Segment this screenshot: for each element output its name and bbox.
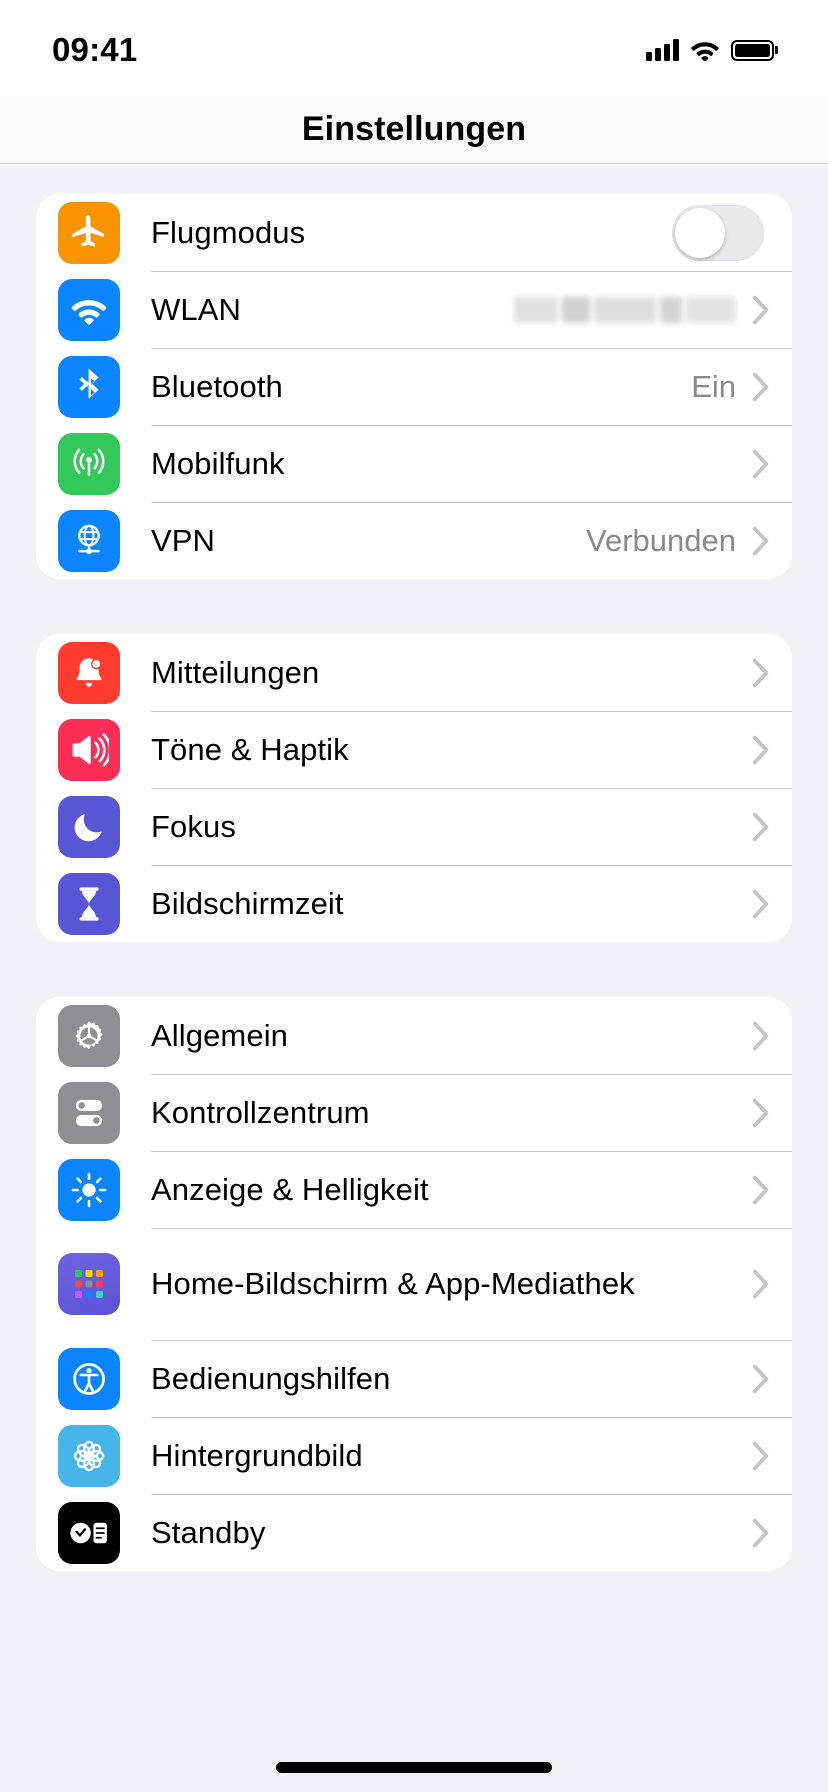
settings-row-label: Allgemein xyxy=(151,1017,289,1053)
cellular-signal-icon xyxy=(646,39,679,61)
settings-row-label: Anzeige & Helligkeit xyxy=(151,1171,429,1207)
settings-row-bildschirmzeit[interactable]: Bildschirmzeit xyxy=(36,865,792,942)
cellular-antenna-icon xyxy=(58,432,120,495)
settings-row-vpn[interactable]: VPN Verbunden xyxy=(36,502,792,579)
settings-row-label: Mitteilungen xyxy=(151,654,320,690)
settings-group-system: Allgemein Kontrollzentrum Anzeige & Hell… xyxy=(36,997,792,1571)
accessibility-icon xyxy=(58,1347,120,1410)
wifi-icon xyxy=(691,42,719,61)
sun-icon xyxy=(58,1158,120,1221)
settings-row-label: Fokus xyxy=(151,808,236,844)
flugmodus-toggle[interactable] xyxy=(672,204,764,261)
page-title: Einstellungen xyxy=(301,110,527,148)
settings-row-hintergrundbild[interactable]: Hintergrundbild xyxy=(36,1417,792,1494)
moon-icon xyxy=(58,795,120,858)
toggle-knob xyxy=(675,207,725,258)
standby-clock-icon xyxy=(58,1501,120,1564)
chevron-right-icon xyxy=(752,526,770,556)
chevron-right-icon xyxy=(752,812,770,842)
app-grid-icon xyxy=(58,1253,120,1315)
settings-row-kontrollzentrum[interactable]: Kontrollzentrum xyxy=(36,1074,792,1151)
settings-row-standby[interactable]: Standby xyxy=(36,1494,792,1571)
settings-row-home-bildschirm[interactable]: Home-Bildschirm & App-Mediathek xyxy=(36,1228,792,1340)
chevron-right-icon xyxy=(752,1175,770,1205)
status-bar: 09:41 xyxy=(0,0,828,96)
settings-row-flugmodus[interactable]: Flugmodus xyxy=(36,194,792,271)
navigation-bar: Einstellungen xyxy=(0,96,828,164)
vpn-value: Verbunden xyxy=(586,522,736,558)
wifi-icon xyxy=(58,278,120,341)
speaker-icon xyxy=(58,718,120,781)
settings-row-toene-haptik[interactable]: Töne & Haptik xyxy=(36,711,792,788)
settings-row-mobilfunk[interactable]: Mobilfunk xyxy=(36,425,792,502)
chevron-right-icon xyxy=(752,372,770,402)
settings-screen: 09:41 Einstellungen Flugmodus WLAN Bluet… xyxy=(0,0,828,1792)
gear-icon xyxy=(58,1004,120,1067)
settings-row-label: WLAN xyxy=(151,291,241,327)
chevron-right-icon xyxy=(752,735,770,765)
settings-group-notifications: Mitteilungen Töne & Haptik Fokus Bildsch… xyxy=(36,634,792,942)
settings-row-wlan[interactable]: WLAN xyxy=(36,271,792,348)
bluetooth-value: Ein xyxy=(691,368,736,404)
settings-group-connectivity: Flugmodus WLAN Bluetooth Ein Mobilfunk V… xyxy=(36,194,792,579)
chevron-right-icon xyxy=(752,1441,770,1471)
settings-row-label: Kontrollzentrum xyxy=(151,1094,370,1130)
settings-row-label: VPN xyxy=(151,522,216,558)
chevron-right-icon xyxy=(752,1098,770,1128)
settings-row-anzeige-helligkeit[interactable]: Anzeige & Helligkeit xyxy=(36,1151,792,1228)
airplane-icon xyxy=(58,201,120,264)
settings-row-label: Bluetooth xyxy=(151,368,283,404)
bluetooth-icon xyxy=(58,355,120,418)
settings-row-bluetooth[interactable]: Bluetooth Ein xyxy=(36,348,792,425)
settings-row-label: Flugmodus xyxy=(151,214,306,250)
settings-row-label: Bildschirmzeit xyxy=(151,885,344,921)
chevron-right-icon xyxy=(752,449,770,479)
chevron-right-icon xyxy=(752,1518,770,1548)
chevron-right-icon xyxy=(752,658,770,688)
status-bar-time: 09:41 xyxy=(52,31,138,68)
home-indicator xyxy=(276,1762,552,1773)
settings-row-label: Hintergrundbild xyxy=(151,1437,363,1473)
settings-row-allgemein[interactable]: Allgemein xyxy=(36,997,792,1074)
settings-row-bedienungshilfen[interactable]: Bedienungshilfen xyxy=(36,1340,792,1417)
chevron-right-icon xyxy=(752,295,770,325)
settings-row-label: Mobilfunk xyxy=(151,445,285,481)
settings-row-label: Home-Bildschirm & App-Mediathek xyxy=(151,1266,635,1302)
status-bar-indicators xyxy=(646,39,774,61)
wlan-value-redacted xyxy=(514,296,736,323)
settings-row-label: Bedienungshilfen xyxy=(151,1360,391,1396)
sliders-icon xyxy=(58,1081,120,1144)
settings-row-label: Standby xyxy=(151,1514,266,1550)
chevron-right-icon xyxy=(752,1021,770,1051)
chevron-right-icon xyxy=(752,1364,770,1394)
settings-list[interactable]: Flugmodus WLAN Bluetooth Ein Mobilfunk V… xyxy=(0,194,828,1792)
hourglass-icon xyxy=(58,872,120,935)
chevron-right-icon xyxy=(752,1269,770,1299)
bell-icon xyxy=(58,641,120,704)
settings-row-label: Töne & Haptik xyxy=(151,731,349,767)
battery-full-icon xyxy=(731,39,774,61)
vpn-globe-icon xyxy=(58,509,120,572)
settings-row-fokus[interactable]: Fokus xyxy=(36,788,792,865)
chevron-right-icon xyxy=(752,889,770,919)
settings-row-mitteilungen[interactable]: Mitteilungen xyxy=(36,634,792,711)
flower-icon xyxy=(58,1424,120,1487)
